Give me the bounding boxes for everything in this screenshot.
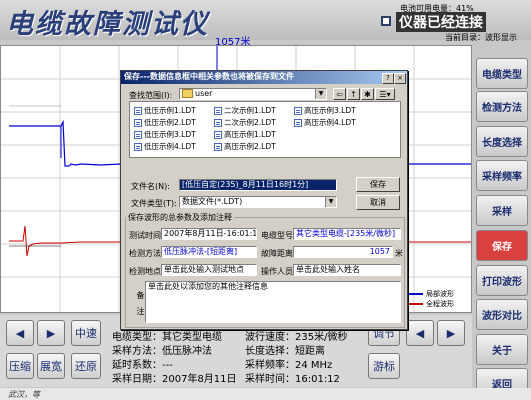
test-time-label: 测试时间	[129, 231, 161, 240]
info-delay-coef: 延时系数：---	[112, 360, 173, 371]
info-sample-date: 采样日期：2007年8月11日	[112, 374, 237, 385]
arrow-left-icon: ◀	[415, 326, 425, 340]
file-icon	[134, 118, 142, 127]
method-label: 检测方法	[129, 249, 161, 258]
filetype-combo[interactable]: 数据文件(*.LDT) ▼	[179, 196, 337, 208]
cable-model-field[interactable]: 其它类型电缆-[235米/微秒]	[293, 228, 401, 240]
back-arrow-icon: ⇦	[336, 89, 343, 99]
connection-status: 仪器已经连接	[396, 12, 486, 32]
speed-button[interactable]: 中速	[71, 320, 101, 346]
file-icon	[134, 130, 142, 139]
right-arrow-button[interactable]: ▶	[37, 320, 65, 346]
cursor-button[interactable]: 游标	[368, 353, 400, 379]
filetype-label: 文件类型(T):	[131, 199, 177, 208]
compress-button[interactable]: 压缩	[6, 353, 34, 379]
info-sample-time: 采样时间：16:01:12	[245, 374, 340, 385]
fault-distance-label: 故障距离	[261, 249, 293, 258]
cursor-distance-label: 1057米	[215, 37, 251, 48]
test-method-button[interactable]: 检测方法	[476, 91, 528, 122]
sample-button[interactable]: 采样	[476, 195, 528, 226]
file-icon	[294, 118, 302, 127]
cursor-left-button[interactable]: ◀	[406, 320, 434, 346]
location-field[interactable]: 单击此处输入测试地点	[161, 264, 257, 276]
file-item[interactable]: 高压示例3.LDT	[294, 105, 356, 116]
plug-icon	[381, 16, 391, 26]
view-list-icon: ☰▾	[379, 89, 391, 99]
footer-text: 武汉，等	[8, 390, 40, 399]
cursor-right-button[interactable]: ▶	[437, 320, 465, 346]
arrow-right-icon: ▶	[46, 326, 56, 340]
file-item[interactable]: 低压示例2.LDT	[134, 117, 196, 128]
file-icon	[214, 118, 222, 127]
file-item[interactable]: 高压示例2.LDT	[214, 141, 276, 152]
save-dialog: 保存---数据信息框中相关参数也将被保存到文件 ? × 查找范围(I): use…	[120, 70, 408, 330]
notes-group-title: 保存波形的总参数及添加注释	[128, 213, 232, 222]
close-icon: ×	[397, 74, 403, 82]
arrow-left-icon: ◀	[15, 326, 25, 340]
file-item[interactable]: 高压示例1.LDT	[214, 129, 276, 140]
legend-local: 局部波形	[405, 289, 454, 299]
new-folder-icon: ✱	[364, 89, 371, 99]
current-directory: 当前目录：波形显示	[445, 33, 517, 42]
look-in-combo[interactable]: user ▼	[179, 88, 327, 100]
about-button[interactable]: 关于	[476, 334, 528, 365]
compare-waveform-button[interactable]: 波形对比	[476, 299, 528, 330]
info-wave-speed: 波行速度：235米/微秒	[245, 332, 348, 343]
length-select-button[interactable]: 长度选择	[476, 126, 528, 157]
arrow-right-icon: ▶	[446, 326, 456, 340]
info-cable-type: 电缆类型：其它类型电缆	[112, 332, 222, 343]
new-folder-button[interactable]: ✱	[361, 88, 374, 100]
help-button[interactable]: ?	[382, 73, 394, 84]
filename-label: 文件名(N):	[131, 182, 170, 191]
chevron-down-icon: ▼	[325, 197, 336, 207]
location-label: 检测地点	[129, 267, 161, 276]
file-list[interactable]: 低压示例1.LDT 低压示例2.LDT 低压示例3.LDT 低压示例4.LDT …	[129, 101, 401, 158]
file-icon	[134, 106, 142, 115]
file-item[interactable]: 低压示例3.LDT	[134, 129, 196, 140]
fault-distance-unit: 米	[395, 249, 403, 258]
file-item[interactable]: 高压示例4.LDT	[294, 117, 356, 128]
info-sample-freq: 采样频率：24 MHz	[245, 360, 333, 371]
chevron-down-icon: ▼	[315, 89, 326, 99]
back-folder-button[interactable]: ⇦	[333, 88, 346, 100]
file-icon	[214, 142, 222, 151]
expand-button[interactable]: 展宽	[37, 353, 65, 379]
file-icon	[294, 106, 302, 115]
up-folder-icon: ↑	[350, 89, 357, 99]
dialog-title: 保存---数据信息框中相关参数也将被保存到文件	[124, 72, 294, 81]
file-item[interactable]: 二次示例1.LDT	[214, 105, 276, 116]
remark-textarea[interactable]: 单击此处以添加您的其他注释信息	[145, 281, 401, 323]
print-waveform-button[interactable]: 打印波形	[476, 265, 528, 296]
footer	[0, 388, 531, 400]
save-button[interactable]: 保存	[476, 230, 528, 261]
test-time-field[interactable]: 2007年8月11日-16:01:12	[161, 228, 257, 240]
cable-type-button[interactable]: 电缆类型	[476, 58, 528, 89]
view-menu-button[interactable]: ☰▾	[375, 88, 395, 100]
up-folder-button[interactable]: ↑	[347, 88, 360, 100]
sample-freq-button[interactable]: 采样频率	[476, 160, 528, 191]
left-arrow-button[interactable]: ◀	[6, 320, 34, 346]
info-test-method: 采样方法：低压脉冲法	[112, 346, 212, 357]
app-title: 电缆故障测试仪	[6, 9, 209, 40]
look-in-label: 查找范围(I):	[129, 91, 173, 100]
dialog-cancel-button[interactable]: 取消	[356, 195, 400, 210]
file-icon	[214, 106, 222, 115]
operator-field[interactable]: 单击此处输入姓名	[293, 264, 401, 276]
cable-model-label: 电缆型号	[261, 231, 293, 240]
file-item[interactable]: 二次示例2.LDT	[214, 117, 276, 128]
restore-button[interactable]: 还原	[71, 353, 101, 379]
file-icon	[134, 142, 142, 151]
file-icon	[214, 130, 222, 139]
file-item[interactable]: 低压示例4.LDT	[134, 141, 196, 152]
dialog-save-button[interactable]: 保存	[356, 177, 400, 192]
folder-icon	[182, 89, 193, 98]
method-field[interactable]: 低压脉冲法-[短距离]	[161, 246, 257, 258]
dialog-close-button[interactable]: ×	[394, 73, 406, 84]
filename-input[interactable]: [低压自定(235)_8月11日16时1分]	[179, 179, 337, 191]
operator-label: 操作人员	[261, 267, 293, 276]
fault-distance-field[interactable]: 1057	[293, 246, 393, 258]
legend-full: 全程波形	[405, 299, 454, 309]
file-item[interactable]: 低压示例1.LDT	[134, 105, 196, 116]
info-length-select: 长度选择：短距离	[245, 346, 325, 357]
